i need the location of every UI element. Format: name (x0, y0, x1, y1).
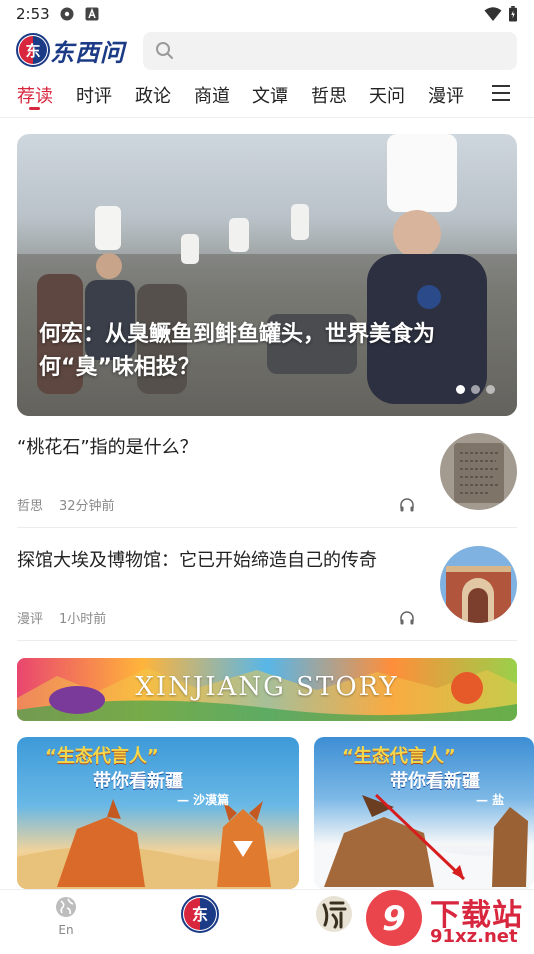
category-tabs: 荐读 时评 政论 商道 文谭 哲思 天问 漫评 (0, 76, 534, 116)
news-meta: 漫评 1小时前 (17, 608, 106, 627)
dongxiwen-logo-icon: 东 (181, 895, 219, 933)
tab-comic[interactable]: 漫评 (428, 82, 464, 108)
carousel-indicator (450, 379, 495, 398)
tab-business[interactable]: 商道 (194, 82, 230, 108)
news-time: 1小时前 (59, 612, 107, 627)
nav-english[interactable]: En (50, 895, 82, 937)
tab-heaven-question[interactable]: 天问 (369, 82, 405, 108)
app-logo: 东西问 (50, 38, 125, 67)
news-thumbnail[interactable] (440, 433, 517, 510)
nav-home[interactable]: 东 (180, 895, 220, 937)
video-card[interactable]: “生态代言人” 带你看新疆 — 沙漠篇 (17, 737, 299, 889)
settings-icon (60, 7, 74, 21)
card-title: “生态代言人” (342, 746, 456, 767)
svg-text:东: 东 (192, 905, 208, 924)
list-divider (17, 640, 517, 641)
nav-hanxue[interactable] (314, 895, 354, 937)
dongxiwen-logo-icon: 东 (16, 33, 50, 67)
headphone-icon[interactable] (399, 610, 415, 626)
menu-icon[interactable] (486, 80, 516, 106)
carousel-dot[interactable] (456, 385, 465, 394)
nav-label: En (58, 923, 74, 937)
search-icon (156, 42, 173, 59)
tab-philosophy[interactable]: 哲思 (311, 82, 347, 108)
list-divider (17, 527, 517, 528)
status-bar: 2:53 (0, 0, 534, 28)
hero-title[interactable]: 何宏：从臭鳜鱼到鲱鱼罐头，世界美食为何“臭”味相投？ (39, 318, 499, 384)
video-card[interactable]: “生态代言人” 带你看新疆 — 盐 (314, 737, 534, 889)
svg-text:东: 东 (25, 42, 40, 60)
search-input[interactable] (143, 32, 517, 70)
watermark-url: 91xz.net (430, 926, 518, 947)
card-tag: — 沙漠篇 (177, 793, 230, 807)
card-title: “生态代言人” (45, 746, 159, 767)
news-category: 漫评 (17, 612, 44, 627)
hanxue-icon (316, 896, 352, 932)
globe-icon (56, 897, 76, 917)
news-title[interactable]: 探馆大埃及博物馆：它已开始缔造自己的传奇 (17, 546, 427, 572)
a-icon (85, 7, 99, 21)
svg-text:9: 9 (382, 899, 406, 939)
banner-title: XINJIANG STORY (135, 672, 399, 702)
news-thumbnail[interactable] (440, 546, 517, 623)
tab-divider (0, 117, 534, 118)
tab-politics[interactable]: 政论 (135, 82, 171, 108)
card-subtitle: 带你看新疆 (93, 771, 183, 792)
tab-culture[interactable]: 文谭 (252, 82, 288, 108)
active-tab-indicator (29, 107, 40, 110)
news-item[interactable]: 探馆大埃及博物馆：它已开始缔造自己的传奇 漫评 1小时前 (17, 546, 517, 658)
watermark: 9 下载站 91xz.net (360, 886, 534, 950)
battery-icon (509, 6, 517, 22)
tab-recommended[interactable]: 荐读 (17, 82, 53, 108)
card-tag: — 盐 (476, 793, 505, 807)
tab-commentary[interactable]: 时评 (76, 82, 112, 108)
card-subtitle: 带你看新疆 (390, 771, 480, 792)
carousel-dot[interactable] (471, 385, 480, 394)
status-time: 2:53 (16, 5, 50, 23)
news-item[interactable]: “桃花石”指的是什么？ 哲思 32分钟前 (17, 433, 517, 545)
xinjiang-story-banner[interactable]: XINJIANG STORY (17, 658, 517, 721)
wifi-icon (484, 7, 502, 21)
news-meta: 哲思 32分钟前 (17, 495, 115, 514)
news-time: 32分钟前 (59, 499, 115, 514)
hero-carousel[interactable]: 何宏：从臭鳜鱼到鲱鱼罐头，世界美食为何“臭”味相投？ (17, 134, 517, 416)
news-category: 哲思 (17, 499, 44, 514)
headphone-icon[interactable] (399, 497, 415, 513)
carousel-dot[interactable] (486, 385, 495, 394)
news-title[interactable]: “桃花石”指的是什么？ (17, 433, 427, 459)
